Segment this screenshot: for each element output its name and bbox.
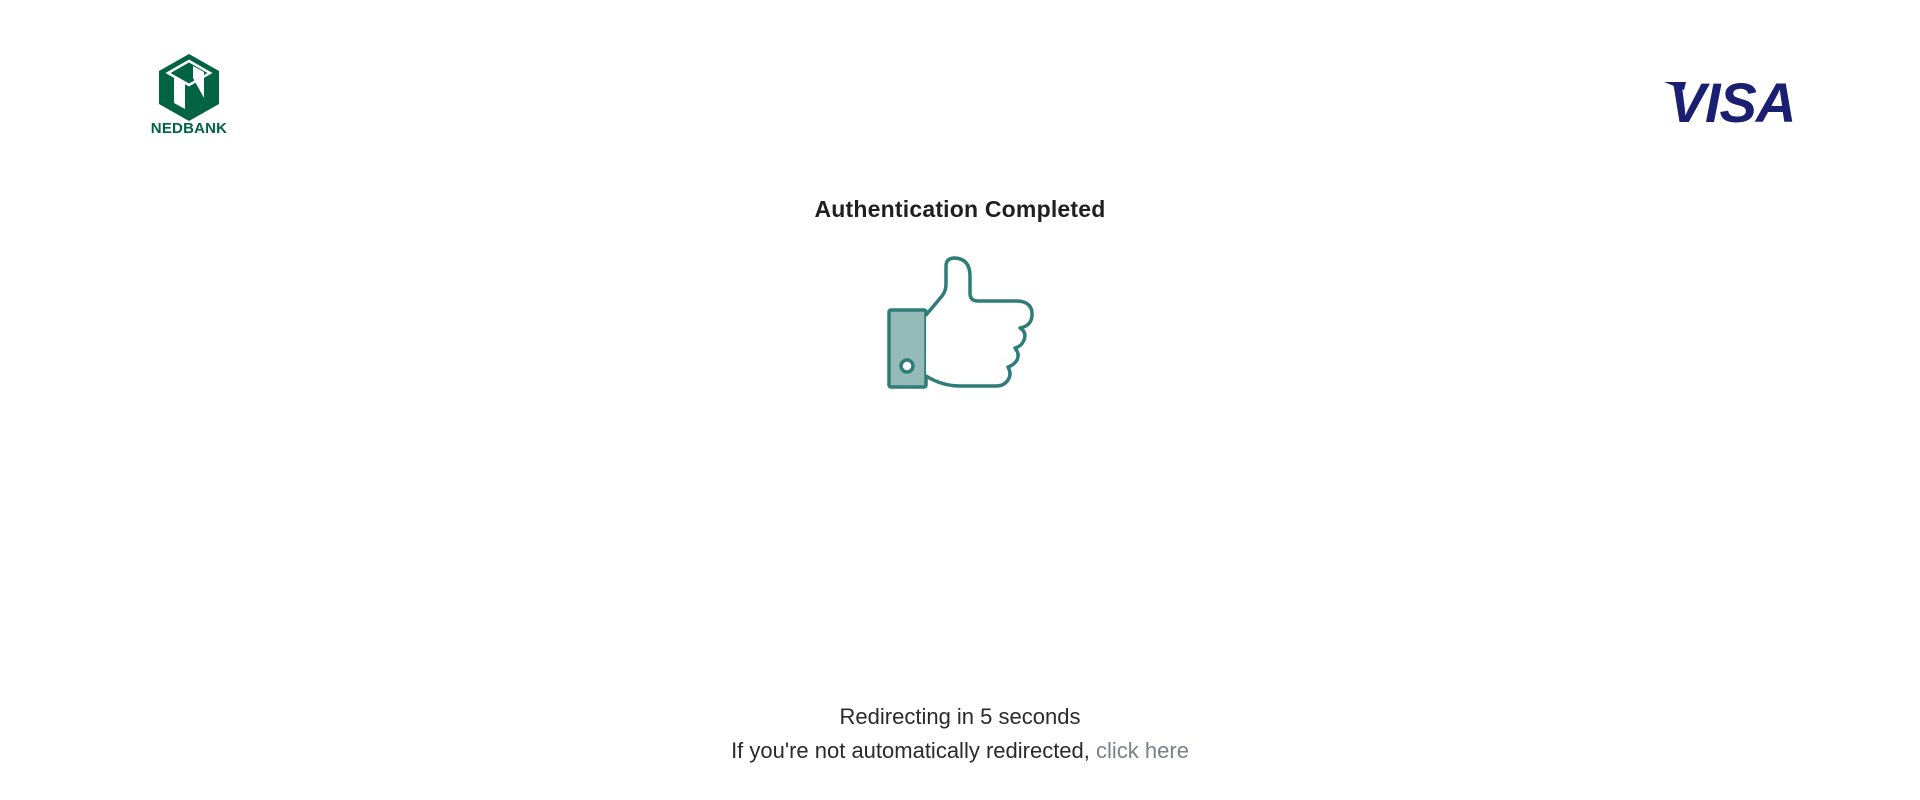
- nedbank-n-icon: [159, 54, 219, 121]
- header: NEDBANK VISA: [0, 0, 1920, 150]
- nedbank-wordmark: NEDBANK: [150, 120, 228, 137]
- authentication-page: NEDBANK VISA Authentication Completed Re…: [0, 0, 1920, 800]
- redirect-footer: Redirecting in 5 seconds If you're not a…: [0, 700, 1920, 768]
- thumbs-up-icon: [887, 256, 1034, 389]
- click-here-link[interactable]: click here: [1096, 738, 1189, 763]
- nedbank-logo: NEDBANK: [144, 52, 240, 142]
- thumbs-up-illustration: [880, 256, 1040, 401]
- visa-logo: VISA: [1664, 74, 1804, 130]
- manual-redirect-line: If you're not automatically redirected, …: [0, 734, 1920, 768]
- redirect-countdown: Redirecting in 5 seconds: [839, 704, 1081, 729]
- visa-wordmark: VISA: [1669, 74, 1796, 130]
- page-title: Authentication Completed: [814, 196, 1106, 222]
- manual-redirect-text: If you're not automatically redirected,: [731, 738, 1090, 763]
- visa-icon: VISA: [1664, 74, 1796, 130]
